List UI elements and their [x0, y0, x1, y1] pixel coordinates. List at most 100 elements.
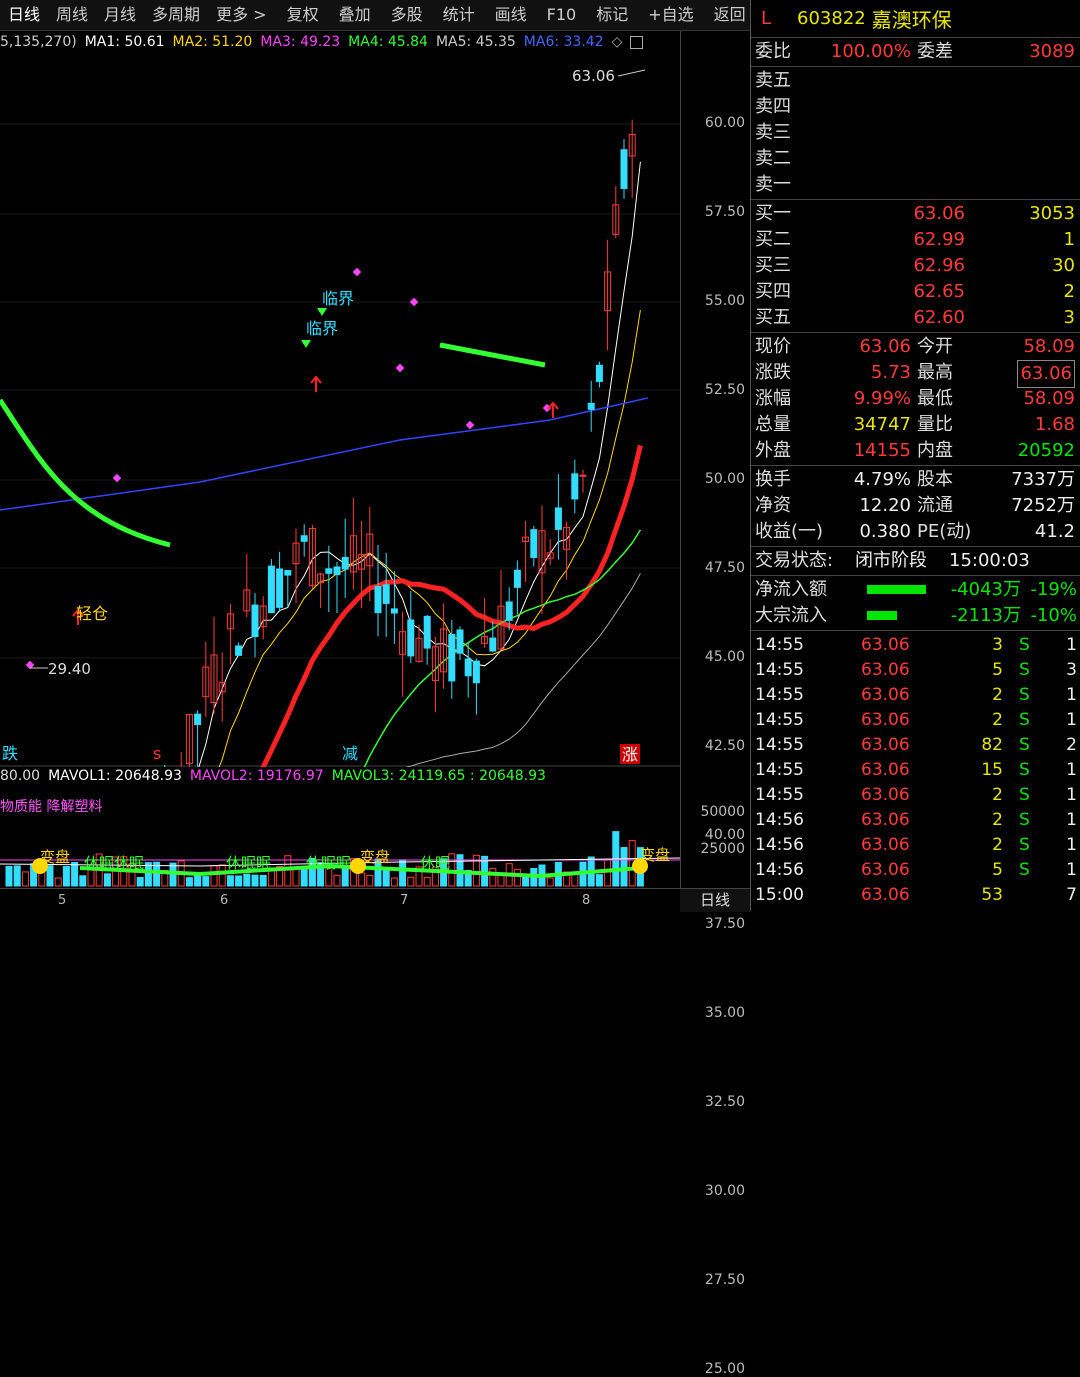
bid-row[interactable]: 买四 62.65 2 — [751, 279, 1080, 305]
quote-panel: L 603822 嘉澳环保 委比 100.00% 委差 3089 卖五 卖四 卖三卖… — [750, 0, 1080, 911]
f10-button[interactable]: F10 — [539, 0, 585, 30]
add-watchlist-button[interactable]: +自选 — [640, 0, 701, 30]
tick-count: 1 — [1066, 760, 1077, 780]
volume-bar — [513, 868, 521, 887]
close-icon[interactable] — [630, 35, 644, 49]
tab-weekly[interactable]: 周线 — [48, 0, 96, 30]
quote-row: 现价 63.06 今开 58.09 — [751, 334, 1080, 360]
tick-time: 15:00 — [755, 885, 804, 905]
tick-count: 1 — [1066, 860, 1077, 880]
tick-count: 2 — [1066, 735, 1077, 755]
tab-monthly[interactable]: 月线 — [96, 0, 144, 30]
quote-label: 最低 — [917, 388, 953, 409]
tick-row[interactable]: 14:55 63.06 5 S 3 — [751, 658, 1080, 683]
candle-body — [423, 615, 431, 649]
diamond-icon[interactable]: ◇ — [612, 34, 623, 50]
tick-row[interactable]: 14:55 63.06 15 S 1 — [751, 758, 1080, 783]
tick-volume: 2 — [992, 785, 1003, 805]
tick-row[interactable]: 14:56 63.06 2 S 1 — [751, 808, 1080, 833]
more-menu[interactable]: 更多 > — [208, 0, 275, 30]
ma-legend: 5,135,270) MA1: 50.61 MA2: 51.20 MA3: 49.23… — [0, 31, 680, 53]
tick-count: 7 — [1066, 885, 1077, 905]
mark-button[interactable]: 标记 — [588, 0, 636, 30]
bid-label: 买一 — [755, 203, 791, 224]
multi-stock-button[interactable]: 多股 — [383, 0, 431, 30]
tick-volume: 3 — [992, 635, 1003, 655]
bid-row[interactable]: 买三 62.96 30 — [751, 253, 1080, 279]
tick-row[interactable]: 14:56 63.06 5 S 1 — [751, 858, 1080, 883]
stock-name: 嘉澳环保 — [871, 8, 952, 32]
ask-row[interactable]: 卖四 — [751, 94, 1080, 120]
volume-bar — [333, 874, 341, 887]
tick-row[interactable]: 14:55 63.06 2 S 1 — [751, 783, 1080, 808]
volume-bar — [620, 847, 628, 887]
bid-row[interactable]: 买二 62.99 1 — [751, 227, 1080, 253]
candlestick-chart[interactable]: 63.06 29.40 轻仓 临界 临界 跌 s 减 涨 — [0, 54, 680, 767]
ma1-line — [198, 161, 641, 767]
tick-count: 1 — [1066, 685, 1077, 705]
ma1-value: MA1: 50.61 — [84, 34, 165, 50]
volume-bar — [292, 868, 300, 887]
tick-row[interactable]: 14:56 63.06 2 S 1 — [751, 833, 1080, 858]
flow-pct: -19% — [1030, 579, 1077, 600]
tick-price: 63.06 — [861, 760, 910, 780]
y-tick: 52.50 — [704, 382, 745, 398]
ma2-value: MA2: 51.20 — [172, 34, 253, 50]
tick-row[interactable]: 15:00 63.06 53 7 — [751, 883, 1080, 908]
tick-list[interactable]: 14:55 63.06 3 S 1 14:55 63.06 5 S 3 14:55 … — [751, 631, 1080, 910]
capital-flows: 净流入额 -4043万 -19% 大宗流入 -2113万 -10% — [751, 576, 1080, 631]
ask-row[interactable]: 卖一 — [751, 172, 1080, 198]
ask-label: 卖三 — [755, 122, 791, 143]
draw-button[interactable]: 画线 — [487, 0, 535, 30]
quote-label: 最高 — [917, 362, 953, 383]
volume-bar — [62, 866, 70, 887]
fundamental-value: 12.20 — [859, 495, 911, 516]
candle-body — [554, 507, 562, 530]
bid-volume: 3 — [1063, 307, 1075, 328]
tab-daily[interactable]: 日线 — [0, 0, 48, 30]
bid-label: 买二 — [755, 229, 791, 250]
tick-price: 63.06 — [861, 685, 910, 705]
volume-bar — [144, 862, 152, 887]
tick-volume: 15 — [981, 760, 1003, 780]
adjust-button[interactable]: 复权 — [279, 0, 327, 30]
tick-row[interactable]: 14:55 63.06 2 S 1 — [751, 708, 1080, 733]
quote-value: 63.06 — [1017, 360, 1075, 388]
light-position-signal: 轻仓 — [76, 604, 108, 623]
back-button[interactable]: 返回 — [706, 0, 754, 30]
stats-button[interactable]: 统计 — [435, 0, 483, 30]
tick-row[interactable]: 14:55 63.06 3 S 1 — [751, 633, 1080, 658]
tick-volume: 2 — [992, 685, 1003, 705]
ask-label: 卖四 — [755, 96, 791, 117]
period-label[interactable]: 日线 — [680, 888, 750, 912]
tab-multi-period[interactable]: 多周期 — [144, 0, 208, 30]
y-tick: 35.00 — [704, 1005, 745, 1021]
ask-row[interactable]: 卖二 — [751, 146, 1080, 172]
candle-body — [464, 658, 472, 677]
quote-row: 涨幅 9.99% 最低 58.09 — [751, 386, 1080, 412]
bid-row[interactable]: 买一 63.06 3053 — [751, 201, 1080, 227]
bid-volume: 30 — [1052, 255, 1075, 276]
fundamental-value: 41.2 — [1034, 521, 1075, 542]
candle-body — [505, 601, 513, 621]
bid-volume: 2 — [1063, 281, 1075, 302]
candle-body — [276, 568, 284, 608]
y-tick: 45.00 — [704, 649, 745, 665]
candle-body — [284, 570, 292, 576]
quote-label: 总量 — [755, 414, 791, 435]
bid-price: 62.65 — [913, 281, 965, 302]
tick-time: 14:56 — [755, 860, 804, 880]
tick-row[interactable]: 14:55 63.06 2 S 1 — [751, 683, 1080, 708]
tick-time: 14:55 — [755, 785, 804, 805]
ask-row[interactable]: 卖三 — [751, 120, 1080, 146]
ask-row[interactable]: 卖五 — [751, 68, 1080, 94]
tick-row[interactable]: 14:55 63.06 82 S 2 — [751, 733, 1080, 758]
overlay-button[interactable]: 叠加 — [331, 0, 379, 30]
bid-row[interactable]: 买五 62.60 3 — [751, 305, 1080, 331]
tick-side: S — [1019, 685, 1030, 705]
tick-volume: 5 — [992, 660, 1003, 680]
mavol3-value: MAVOL3: 24119.65 : 20648.93 — [331, 768, 546, 784]
bid-price: 62.99 — [913, 229, 965, 250]
volume-bar — [5, 865, 13, 887]
high-label-pointer — [617, 69, 646, 77]
